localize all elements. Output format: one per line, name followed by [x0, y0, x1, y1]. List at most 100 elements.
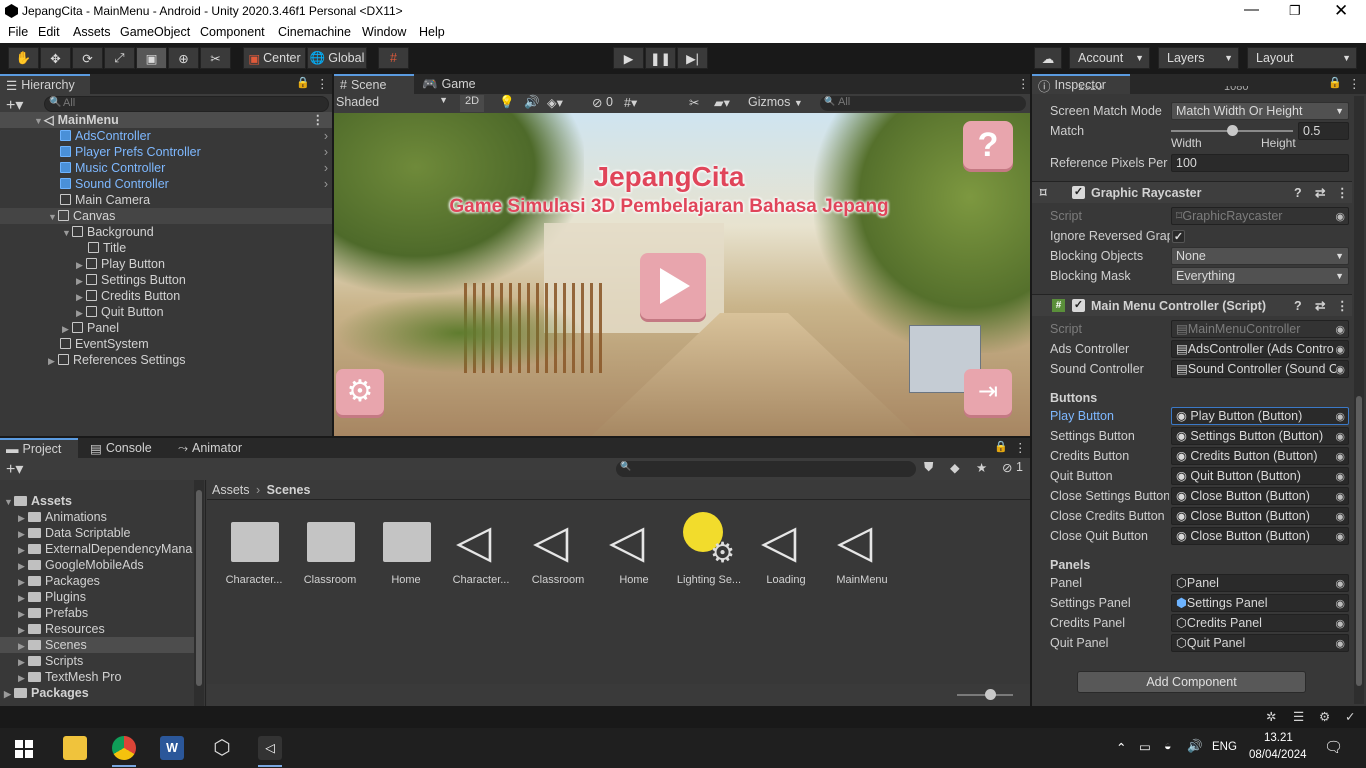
- lighting-icon[interactable]: 💡: [499, 95, 515, 110]
- rect-tool-icon[interactable]: ▣: [136, 47, 167, 69]
- hierarchy-item-background[interactable]: ▼ Background: [0, 224, 332, 240]
- layers-dropdown[interactable]: Layers ▼: [1158, 47, 1239, 69]
- menu-window[interactable]: Window: [362, 25, 406, 39]
- close-icon[interactable]: ✕: [1334, 1, 1348, 21]
- word-icon[interactable]: W: [160, 736, 184, 760]
- shading-mode-dropdown[interactable]: Shaded ▼: [336, 95, 452, 112]
- minimize-icon[interactable]: —: [1244, 1, 1259, 18]
- tree-google-mobile-ads[interactable]: ▶ GoogleMobileAds: [0, 557, 200, 573]
- create-icon[interactable]: +▾: [6, 459, 23, 479]
- target-icon[interactable]: ◉: [1335, 616, 1345, 631]
- more-icon[interactable]: ⋮: [1014, 440, 1027, 455]
- breadcrumb-assets[interactable]: Assets: [212, 483, 250, 497]
- scene-viewport[interactable]: JepangCita Game Simulasi 3D Pembelajaran…: [334, 113, 1030, 436]
- close-quit-button-field[interactable]: ◉ Close Button (Button) ◉: [1171, 527, 1349, 545]
- custom-tool-icon[interactable]: ✂: [200, 47, 231, 69]
- clock-date[interactable]: 08/04/2024: [1249, 749, 1307, 761]
- panel-field[interactable]: ⬡Panel ◉: [1171, 574, 1349, 592]
- chevron-right-icon[interactable]: ›: [324, 160, 328, 176]
- scene-search-input[interactable]: 🔍 All: [820, 96, 1026, 111]
- zoom-slider[interactable]: [957, 689, 1013, 700]
- more-icon[interactable]: ⋮: [1336, 182, 1349, 204]
- gizmos-dropdown[interactable]: Gizmos ▼: [748, 95, 808, 109]
- more-icon[interactable]: ⋮: [316, 76, 329, 91]
- help-icon[interactable]: ?: [1294, 182, 1302, 204]
- hierarchy-item-play-button[interactable]: ▶ Play Button: [0, 256, 332, 272]
- scrollbar[interactable]: [1354, 96, 1364, 704]
- transform-tool-icon[interactable]: ⊕: [168, 47, 199, 69]
- settings-panel-field[interactable]: ⬢Settings Panel ◉: [1171, 594, 1349, 612]
- move-tool-icon[interactable]: ✥: [40, 47, 71, 69]
- more-icon[interactable]: ⋮: [1017, 76, 1030, 91]
- cloud-icon[interactable]: ☁: [1034, 47, 1062, 69]
- file-explorer-icon[interactable]: [63, 736, 87, 760]
- tree-assets[interactable]: ▼ Assets: [0, 493, 200, 509]
- space-toggle-button[interactable]: 🌐 Global: [307, 47, 367, 69]
- target-icon[interactable]: ◉: [1335, 529, 1345, 544]
- slider-knob[interactable]: [985, 689, 996, 700]
- language-indicator[interactable]: ENG: [1212, 741, 1237, 753]
- tab-hierarchy[interactable]: ☰ Hierarchy: [0, 74, 90, 94]
- tree-data-scriptable[interactable]: ▶ Data Scriptable: [0, 525, 200, 541]
- hierarchy-item-panel[interactable]: ▶ Panel: [0, 320, 332, 336]
- ads-controller-field[interactable]: ▤AdsController (Ads Contro ◉: [1171, 340, 1349, 358]
- presets-icon[interactable]: ⇄: [1315, 295, 1325, 317]
- favorite-icon[interactable]: ★: [976, 460, 987, 475]
- add-component-button[interactable]: Add Component: [1077, 671, 1306, 693]
- play-button[interactable]: ▶: [613, 47, 644, 69]
- blocking-objects-dropdown[interactable]: None: [1171, 247, 1349, 265]
- grid-toggle-icon[interactable]: #▾: [624, 95, 637, 110]
- target-icon[interactable]: ◉: [1335, 576, 1345, 591]
- unity-hub-icon[interactable]: ⬡: [210, 736, 234, 760]
- hierarchy-item-references-settings[interactable]: ▶ References Settings: [0, 352, 332, 368]
- quit-button-field[interactable]: ◉ Quit Button (Button) ◉: [1171, 467, 1349, 485]
- component-enabled-checkbox[interactable]: ✓: [1072, 186, 1085, 199]
- breadcrumb-scenes[interactable]: Scenes: [267, 483, 311, 497]
- hierarchy-item-adscontroller[interactable]: AdsController ›: [0, 128, 332, 144]
- tree-packages[interactable]: ▶ Packages: [0, 685, 200, 701]
- hierarchy-item-canvas[interactable]: ▼ Canvas: [0, 208, 332, 224]
- hierarchy-item-main-camera[interactable]: Main Camera: [0, 192, 332, 208]
- sound-controller-field[interactable]: ▤Sound Controller (Sound C ◉: [1171, 360, 1349, 378]
- tree-resources[interactable]: ▶ Resources: [0, 621, 200, 637]
- hierarchy-search-input[interactable]: 🔍 All: [44, 96, 329, 112]
- chevron-up-icon[interactable]: ⌃: [1116, 740, 1126, 755]
- close-settings-button-field[interactable]: ◉ Close Button (Button) ◉: [1171, 487, 1349, 505]
- menu-file[interactable]: File: [8, 25, 28, 39]
- target-icon[interactable]: ◉: [1335, 489, 1345, 504]
- settings-button-field[interactable]: ◉ Settings Button (Button) ◉: [1171, 427, 1349, 445]
- hierarchy-item-sound-controller[interactable]: Sound Controller ›: [0, 176, 332, 192]
- hierarchy-item-eventsystem[interactable]: EventSystem: [0, 336, 332, 352]
- chevron-right-icon[interactable]: ›: [324, 128, 328, 144]
- camera-icon[interactable]: ▰▾: [714, 95, 730, 110]
- more-icon[interactable]: ⋮: [312, 112, 325, 128]
- tree-prefabs[interactable]: ▶ Prefabs: [0, 605, 200, 621]
- match-slider[interactable]: [1171, 125, 1293, 136]
- effects-icon[interactable]: ◈▾: [547, 95, 563, 110]
- lock-icon[interactable]: 🔒: [1328, 76, 1342, 89]
- unity-editor-icon[interactable]: ◁: [258, 736, 282, 760]
- slider-knob[interactable]: [1227, 125, 1238, 136]
- battery-icon[interactable]: ▭: [1139, 739, 1151, 754]
- network-icon[interactable]: ◒: [1164, 739, 1172, 753]
- audio-icon[interactable]: 🔊: [524, 95, 540, 110]
- tree-plugins[interactable]: ▶ Plugins: [0, 589, 200, 605]
- target-icon[interactable]: ◉: [1335, 409, 1345, 424]
- menu-gameobject[interactable]: GameObject: [120, 25, 190, 39]
- close-credits-button-field[interactable]: ◉ Close Button (Button) ◉: [1171, 507, 1349, 525]
- help-icon[interactable]: ?: [1294, 295, 1302, 317]
- hierarchy-item-player-prefs-controller[interactable]: Player Prefs Controller ›: [0, 144, 332, 160]
- filter-type-icon[interactable]: ⛊: [924, 460, 933, 475]
- lock-icon[interactable]: 🔒: [994, 440, 1008, 453]
- ignore-reversed-checkbox[interactable]: ✓: [1172, 230, 1185, 243]
- tree-animations[interactable]: ▶ Animations: [0, 509, 200, 525]
- menu-cinemachine[interactable]: Cinemachine: [278, 25, 351, 39]
- more-icon[interactable]: ⋮: [1336, 295, 1349, 317]
- hierarchy-item-music-controller[interactable]: Music Controller ›: [0, 160, 332, 176]
- reference-pixels-field[interactable]: 100: [1171, 154, 1349, 172]
- menu-assets[interactable]: Assets: [73, 25, 111, 39]
- target-icon[interactable]: ◉: [1335, 596, 1345, 611]
- scene-root-row[interactable]: ▼◁ MainMenu ⋮: [0, 112, 332, 128]
- credits-button-field[interactable]: ◉ Credits Button (Button) ◉: [1171, 447, 1349, 465]
- hierarchy-item-settings-button[interactable]: ▶ Settings Button: [0, 272, 332, 288]
